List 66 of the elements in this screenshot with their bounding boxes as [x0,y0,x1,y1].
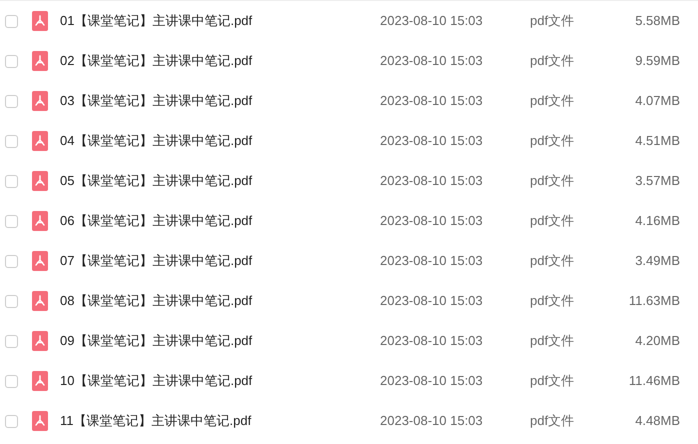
checkbox[interactable] [5,174,18,188]
checkbox[interactable] [5,414,18,428]
file-name[interactable]: 09【课堂笔记】主讲课中笔记.pdf [60,331,380,351]
file-type: pdf文件 [530,172,576,190]
file-type: pdf文件 [530,92,576,110]
file-name[interactable]: 08【课堂笔记】主讲课中笔记.pdf [60,291,380,311]
checkbox[interactable] [5,94,18,108]
pdf-file-icon [32,171,48,191]
file-size: 3.57MB [634,172,680,190]
file-name[interactable]: 06【课堂笔记】主讲课中笔记.pdf [60,211,380,231]
checkbox[interactable] [5,214,18,228]
file-size: 11.63MB [628,292,680,310]
modified-time: 2023-08-10 15:03 [380,372,484,390]
pdf-file-icon [32,371,48,391]
file-name[interactable]: 11【课堂笔记】主讲课中笔记.pdf [60,411,380,431]
modified-time: 2023-08-10 15:03 [380,12,484,30]
pdf-file-icon [32,211,48,231]
modified-time: 2023-08-10 15:03 [380,292,484,310]
modified-time: 2023-08-10 15:03 [380,92,484,110]
file-type: pdf文件 [530,292,576,310]
file-name[interactable]: 05【课堂笔记】主讲课中笔记.pdf [60,171,380,191]
checkbox[interactable] [5,334,18,348]
pdf-file-icon [32,91,48,111]
pdf-file-icon [32,251,48,271]
pdf-file-icon [32,51,48,71]
checkbox[interactable] [5,254,18,268]
file-size: 11.46MB [628,372,680,390]
modified-time: 2023-08-10 15:03 [380,172,484,190]
file-type: pdf文件 [530,412,576,430]
file-size: 4.07MB [634,92,680,110]
pdf-file-icon [32,11,48,31]
pdf-file-icon [32,291,48,311]
file-size: 5.58MB [634,12,680,30]
file-name[interactable]: 04【课堂笔记】主讲课中笔记.pdf [60,131,380,151]
pdf-file-icon [32,331,48,351]
file-type: pdf文件 [530,132,576,150]
file-size: 4.20MB [634,332,680,350]
file-type: pdf文件 [530,372,576,390]
file-size: 4.48MB [634,412,680,430]
file-size: 4.51MB [634,132,680,150]
file-name[interactable]: 01【课堂笔记】主讲课中笔记.pdf [60,11,380,31]
file-type: pdf文件 [530,52,576,70]
file-type: pdf文件 [530,12,576,30]
checkbox[interactable] [5,294,18,308]
modified-time: 2023-08-10 15:03 [380,252,484,270]
modified-time: 2023-08-10 15:03 [380,412,484,430]
pdf-file-icon [32,411,48,431]
checkbox[interactable] [5,54,18,68]
file-name[interactable]: 07【课堂笔记】主讲课中笔记.pdf [60,251,380,271]
checkbox[interactable] [5,134,18,148]
file-type: pdf文件 [530,212,576,230]
file-name[interactable]: 02【课堂笔记】主讲课中笔记.pdf [60,51,380,71]
file-size: 9.59MB [634,52,680,70]
modified-time: 2023-08-10 15:03 [380,132,484,150]
checkbox[interactable] [5,374,18,388]
pdf-file-icon [32,131,48,151]
checkbox[interactable] [5,14,18,28]
file-name[interactable]: 03【课堂笔记】主讲课中笔记.pdf [60,91,380,111]
file-size: 3.49MB [634,252,680,270]
modified-time: 2023-08-10 15:03 [380,52,484,70]
file-type: pdf文件 [530,332,576,350]
file-size: 4.16MB [634,212,680,230]
file-name[interactable]: 10【课堂笔记】主讲课中笔记.pdf [60,371,380,391]
modified-time: 2023-08-10 15:03 [380,212,484,230]
file-type: pdf文件 [530,252,576,270]
modified-time: 2023-08-10 15:03 [380,332,484,350]
